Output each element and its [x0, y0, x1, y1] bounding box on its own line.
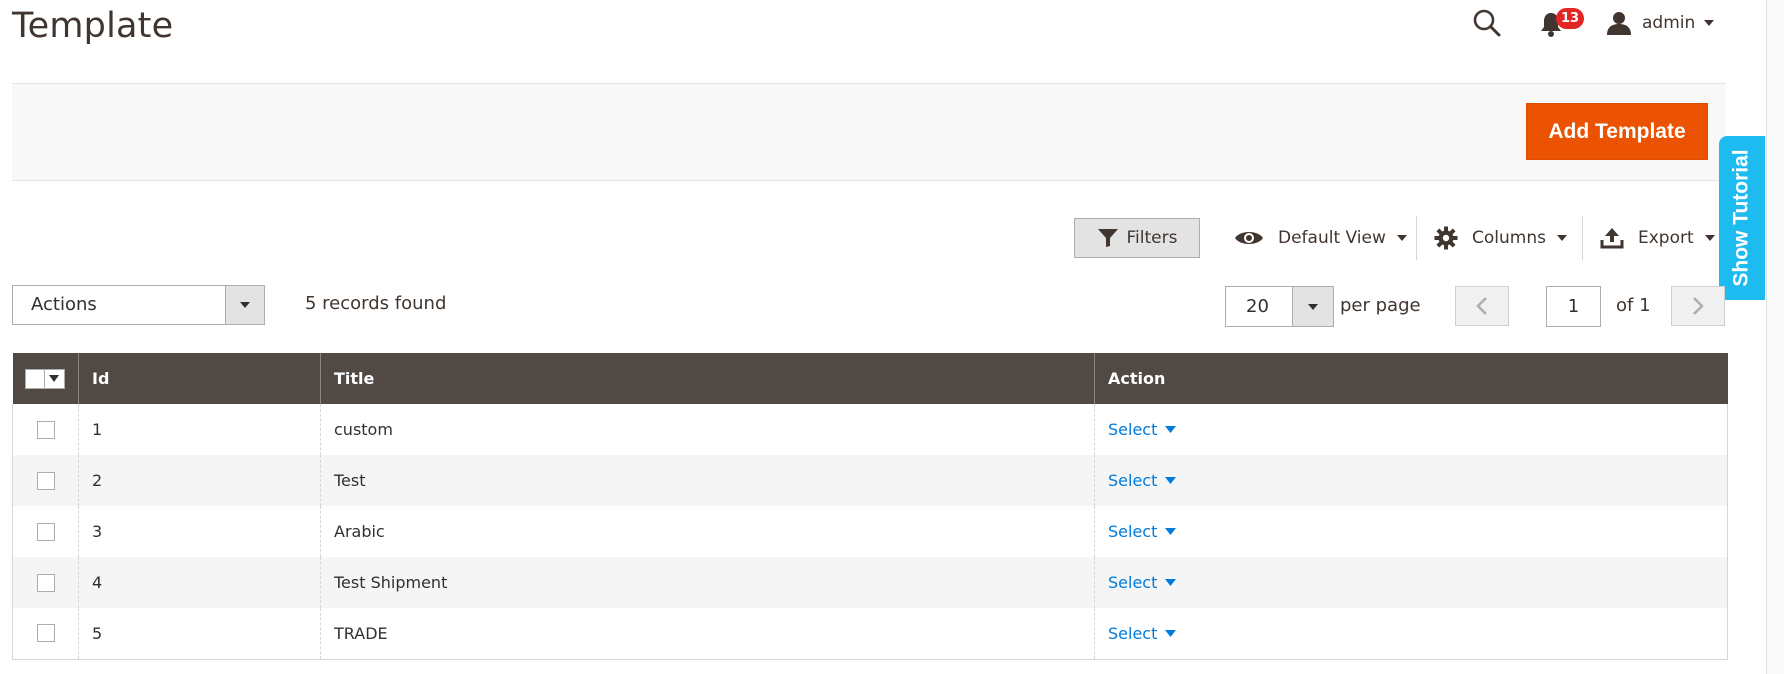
grid-header-row: Id Title Action: [12, 353, 1728, 404]
row-action-select[interactable]: Select: [1108, 420, 1177, 439]
cell-id: 2: [78, 455, 321, 506]
page-title: Template: [12, 6, 174, 46]
search-icon[interactable]: [1472, 8, 1502, 38]
cell-id: 4: [78, 557, 321, 608]
row-checkbox[interactable]: [37, 573, 55, 592]
page-scrollbar[interactable]: [1766, 0, 1784, 674]
filters-button[interactable]: Filters: [1074, 218, 1200, 258]
mass-actions-label: Actions: [31, 294, 97, 315]
row-action-label: Select: [1108, 471, 1158, 490]
export-menu[interactable]: Export: [1600, 222, 1716, 254]
user-menu[interactable]: admin: [1606, 8, 1715, 38]
chevron-down-icon: [1396, 235, 1407, 241]
select-all-checkbox[interactable]: [24, 368, 45, 389]
mass-select-header[interactable]: [12, 353, 79, 404]
per-page-label: per page: [1340, 295, 1421, 316]
table-row: 1 custom Select: [12, 404, 1728, 455]
row-action-label: Select: [1108, 623, 1158, 643]
previous-page-button[interactable]: [1455, 286, 1509, 326]
templates-grid: Id Title Action 1 custom Select 2 Test S…: [12, 353, 1728, 660]
row-action-select[interactable]: Select: [1108, 522, 1177, 541]
cell-title: Test Shipment: [320, 557, 1095, 608]
column-header-title[interactable]: Title: [320, 353, 1095, 404]
cell-id: 1: [78, 404, 321, 455]
column-header-id[interactable]: Id: [78, 353, 321, 404]
chevron-down-icon: [1165, 579, 1177, 586]
chevron-down-icon: [225, 286, 264, 324]
upload-icon: [1600, 228, 1624, 249]
row-action-label: Select: [1108, 522, 1158, 541]
notifications-count-badge[interactable]: 13: [1556, 8, 1584, 29]
table-row: 4 Test Shipment Select: [12, 557, 1728, 608]
chevron-down-icon: [1704, 235, 1715, 241]
row-action-select[interactable]: Select: [1108, 623, 1177, 643]
filters-label: Filters: [1126, 228, 1178, 248]
table-row: 2 Test Select: [12, 455, 1728, 506]
user-icon: [1606, 10, 1632, 36]
chevron-left-icon: [1476, 297, 1487, 315]
table-row: 5 TRADE Select: [12, 608, 1728, 660]
chevron-down-icon: [44, 368, 65, 389]
columns-label: Columns: [1472, 228, 1546, 248]
mass-select-dropdown[interactable]: [24, 368, 65, 389]
per-page-value: 20: [1246, 296, 1269, 317]
chevron-down-icon: [1703, 19, 1715, 27]
row-action-select[interactable]: Select: [1108, 573, 1177, 592]
row-checkbox[interactable]: [37, 522, 55, 541]
table-row: 3 Arabic Select: [12, 506, 1728, 557]
gear-icon: [1434, 226, 1458, 250]
column-header-action: Action: [1094, 353, 1728, 404]
cell-title: Test: [320, 455, 1095, 506]
row-checkbox[interactable]: [37, 624, 55, 643]
show-tutorial-tab[interactable]: Show Tutorial: [1719, 136, 1765, 300]
row-checkbox[interactable]: [37, 471, 55, 490]
show-tutorial-label: Show Tutorial: [1730, 149, 1753, 287]
toolbar-divider: [1582, 216, 1583, 260]
chevron-down-icon: [1165, 629, 1177, 637]
cell-title: custom: [320, 404, 1095, 455]
eye-icon: [1235, 232, 1263, 244]
chevron-down-icon: [1292, 287, 1333, 326]
per-page-select[interactable]: 20: [1225, 286, 1334, 327]
cell-title: TRADE: [320, 608, 1095, 660]
default-view-label: Default View: [1278, 228, 1386, 248]
mass-actions-select[interactable]: Actions: [12, 285, 265, 325]
row-action-label: Select: [1108, 573, 1158, 592]
row-action-select[interactable]: Select: [1108, 471, 1177, 490]
cell-id: 5: [78, 608, 321, 660]
export-label: Export: [1638, 228, 1694, 248]
toolbar-divider: [1416, 216, 1417, 260]
page-actions-bar: [12, 83, 1726, 181]
chevron-down-icon: [1165, 528, 1177, 535]
filter-icon: [1097, 229, 1118, 247]
next-page-button[interactable]: [1671, 286, 1725, 326]
default-view-menu[interactable]: Default View: [1234, 222, 1408, 254]
chevron-down-icon: [1556, 235, 1567, 241]
cell-id: 3: [78, 506, 321, 557]
chevron-down-icon: [1165, 477, 1177, 484]
total-pages-label: of 1: [1616, 295, 1651, 316]
cell-title: Arabic: [320, 506, 1095, 557]
chevron-down-icon: [1165, 426, 1177, 433]
current-page-input[interactable]: 1: [1546, 286, 1601, 327]
columns-menu[interactable]: Columns: [1434, 222, 1568, 254]
row-checkbox[interactable]: [37, 420, 55, 439]
chevron-right-icon: [1693, 297, 1704, 315]
user-name: admin: [1642, 13, 1696, 33]
records-found: 5 records found: [305, 293, 447, 314]
row-action-label: Select: [1108, 420, 1158, 439]
add-template-button[interactable]: Add Template: [1526, 103, 1708, 160]
